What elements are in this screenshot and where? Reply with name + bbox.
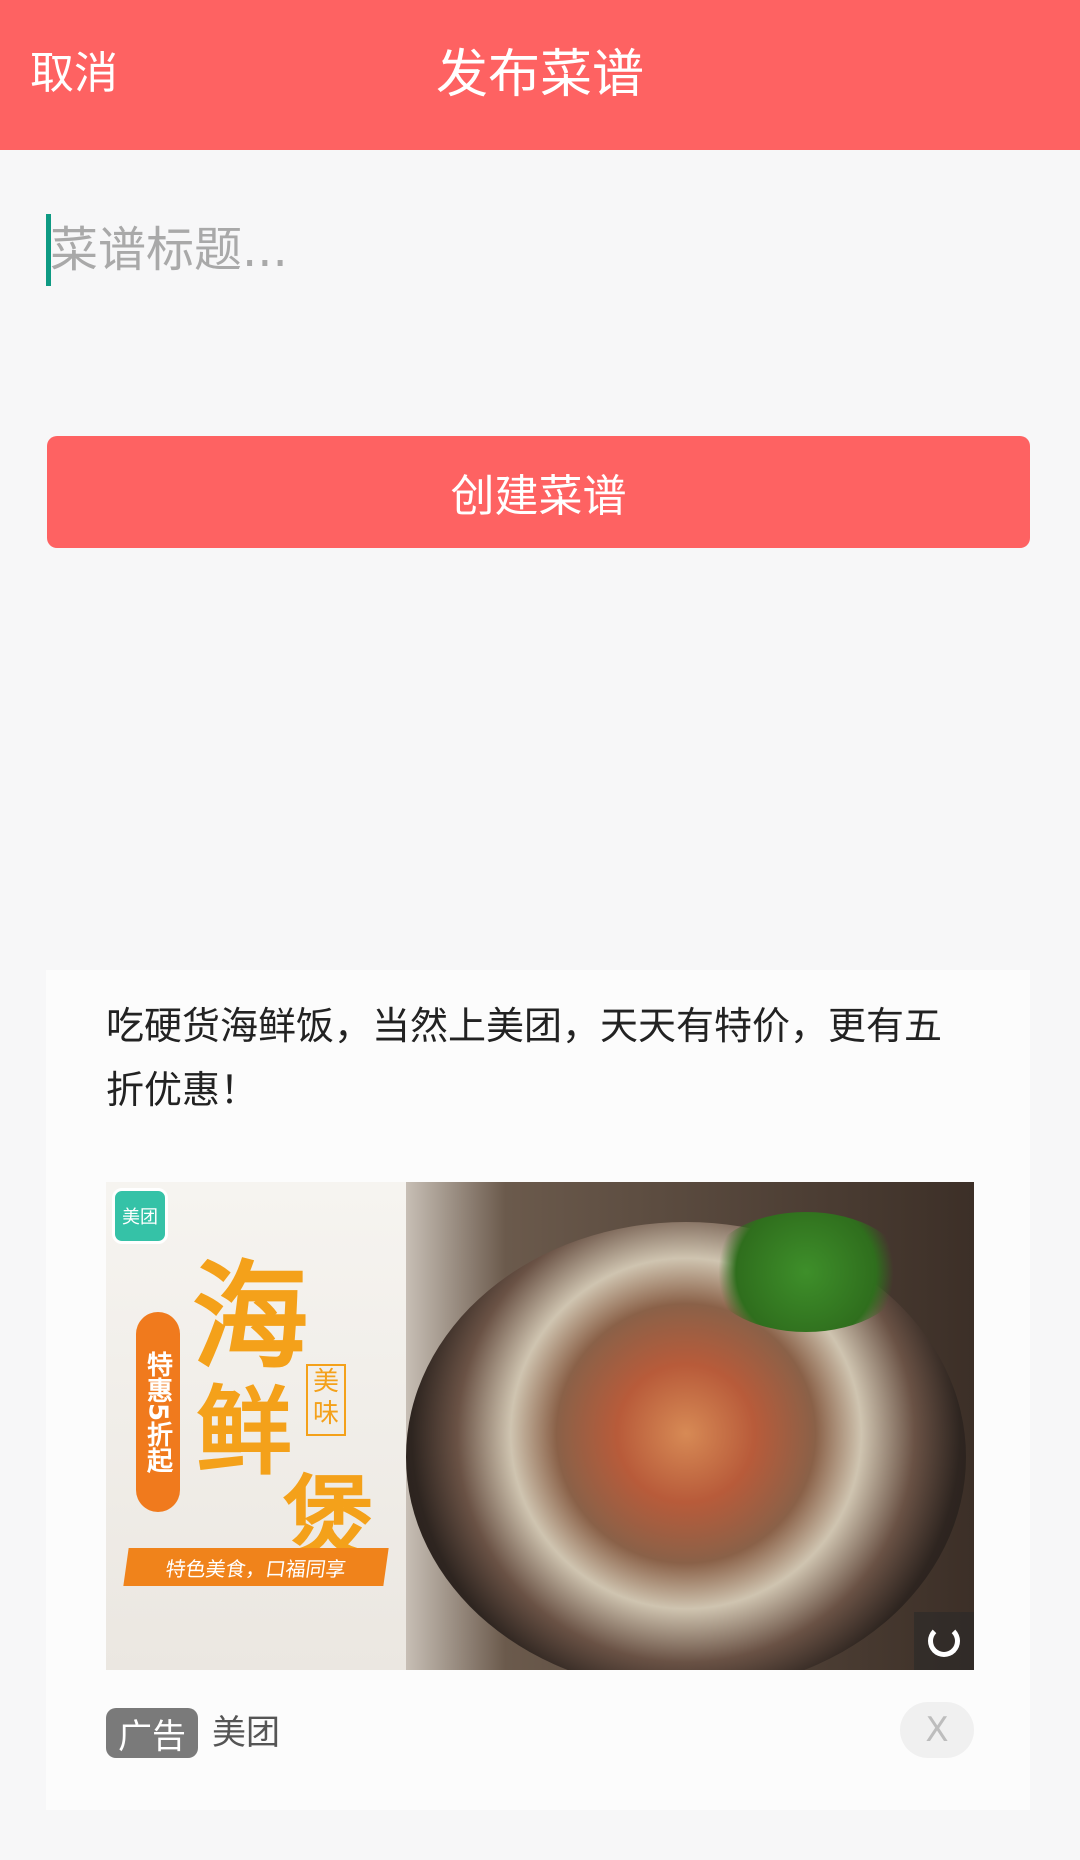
garnish-image bbox=[706, 1212, 906, 1332]
close-ad-button[interactable]: X bbox=[900, 1702, 974, 1758]
headline-char-2: 鲜 bbox=[196, 1376, 292, 1488]
ad-image[interactable]: 美团 特惠5折起 海 美味 鲜 煲 特色美食，口福同享 bbox=[106, 1182, 974, 1670]
flavor-badge: 美味 bbox=[306, 1364, 346, 1436]
ad-label-badge: 广告 bbox=[106, 1708, 198, 1758]
top-app-bar: 取消 发布菜谱 bbox=[0, 0, 1080, 150]
ad-description: 吃硬货海鲜饭，当然上美团，天天有特价，更有五折优惠！ bbox=[106, 1004, 943, 1112]
ad-brand-name: 美团 bbox=[212, 1713, 280, 1753]
page-title: 发布菜谱 bbox=[435, 45, 644, 105]
recipe-title-input[interactable] bbox=[50, 210, 1030, 290]
reload-icon[interactable] bbox=[914, 1612, 974, 1670]
promo-ribbon: 特色美食，口福同享 bbox=[123, 1548, 389, 1586]
discount-tag: 特惠5折起 bbox=[136, 1312, 180, 1512]
meituan-logo: 美团 bbox=[112, 1188, 168, 1244]
headline-char-1: 海 bbox=[192, 1250, 308, 1385]
recipe-title-field-wrapper bbox=[46, 210, 1036, 290]
create-recipe-button[interactable]: 创建菜谱 bbox=[47, 436, 1030, 548]
ad-card[interactable]: 吃硬货海鲜饭，当然上美团，天天有特价，更有五折优惠！ 美团 特惠5折起 海 美味… bbox=[46, 970, 1030, 1810]
